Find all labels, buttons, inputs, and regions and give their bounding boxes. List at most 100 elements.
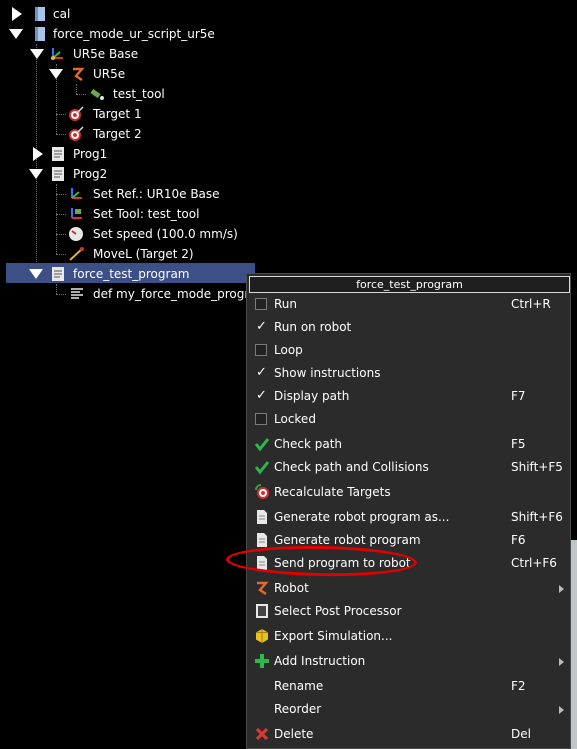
- menu-item-export-simulation[interactable]: Export Simulation...: [247, 625, 570, 647]
- tree-item-test-tool[interactable]: test_tool: [0, 84, 200, 104]
- menu-item-label: Export Simulation...: [274, 629, 393, 643]
- tree-item-script-instruction[interactable]: def my_force_mode_progra...: [0, 284, 268, 304]
- plus-icon: [255, 654, 269, 668]
- robot-icon: [73, 67, 85, 81]
- tree-item-prog1[interactable]: Prog1: [0, 144, 200, 164]
- menu-item-locked[interactable]: Locked: [247, 408, 570, 430]
- script-lines-icon: [71, 288, 83, 299]
- check-mark-icon[interactable]: ✓: [256, 385, 267, 407]
- menu-item-label: Locked: [274, 412, 316, 426]
- checkbox-unchecked[interactable]: [255, 413, 267, 425]
- tree-item-ur5e[interactable]: UR5e: [0, 64, 200, 84]
- tree-item-set-ref[interactable]: Set Ref.: UR10e Base: [0, 184, 220, 204]
- target-refresh-icon: [255, 484, 269, 499]
- menu-item-shortcut: Del: [511, 727, 531, 741]
- context-menu: force_test_program Run Ctrl+R ✓ Run on r…: [246, 273, 571, 749]
- menu-item-shortcut: F5: [511, 437, 526, 451]
- menu-item-recalculate-targets[interactable]: Recalculate Targets: [247, 481, 570, 503]
- menu-item-show-instructions[interactable]: ✓ Show instructions: [247, 362, 570, 384]
- tree-item-label: Set speed (100.0 mm/s): [93, 227, 238, 241]
- tree-item-set-tool[interactable]: Set Tool: test_tool: [0, 204, 220, 224]
- submenu-arrow-icon: [559, 585, 564, 593]
- program-icon: [52, 167, 64, 181]
- tree-item-label: Prog1: [73, 147, 108, 161]
- collapse-arrow-icon[interactable]: [9, 29, 23, 39]
- document-icon: [257, 510, 267, 524]
- target-icon: [69, 106, 84, 121]
- menu-item-label: Generate robot program as...: [274, 510, 450, 524]
- menu-item-select-post-processor[interactable]: Select Post Processor: [247, 600, 570, 622]
- checkbox-unchecked[interactable]: [255, 298, 267, 310]
- tree-item-force-test-program[interactable]: force_test_program: [0, 264, 255, 284]
- green-check-icon: [254, 438, 270, 452]
- tree-item-label: Target 2: [93, 127, 142, 141]
- menu-item-label: Robot: [274, 581, 309, 595]
- menu-item-check-path-collisions[interactable]: Check path and Collisions Shift+F5: [247, 456, 570, 478]
- tree-item-label: Set Ref.: UR10e Base: [93, 187, 220, 201]
- menu-item-rename[interactable]: Rename F2: [247, 675, 570, 697]
- tree-item-label: Target 1: [93, 107, 142, 121]
- menu-item-robot[interactable]: Robot: [247, 577, 570, 599]
- context-menu-title: force_test_program: [249, 276, 570, 293]
- menu-item-run[interactable]: Run Ctrl+R: [247, 293, 570, 315]
- tree-item-label: UR5e: [93, 67, 126, 81]
- collapse-arrow-icon[interactable]: [30, 49, 44, 59]
- tree-item-label: force_test_program: [73, 267, 190, 281]
- tree-item-label: UR5e Base: [73, 47, 139, 61]
- menu-item-loop[interactable]: Loop: [247, 339, 570, 361]
- menu-item-run-on-robot[interactable]: ✓ Run on robot: [247, 316, 570, 338]
- tree-item-label: Set Tool: test_tool: [93, 207, 200, 221]
- menu-item-add-instruction[interactable]: Add Instruction: [247, 650, 570, 672]
- tree-item-station[interactable]: force_mode_ur_script_ur5e: [0, 24, 260, 44]
- tree-item-set-speed[interactable]: Set speed (100.0 mm/s): [0, 224, 240, 244]
- check-mark-icon[interactable]: ✓: [256, 316, 267, 338]
- menu-item-display-path[interactable]: ✓ Display path F7: [247, 385, 570, 407]
- tree-item-ur5e-base[interactable]: UR5e Base: [0, 44, 200, 64]
- tree-item-target-1[interactable]: Target 1: [0, 104, 200, 124]
- speedometer-icon: [69, 227, 83, 241]
- collapse-arrow-icon[interactable]: [49, 69, 63, 79]
- menu-item-label: Check path: [274, 437, 343, 451]
- viewport-background: [571, 540, 577, 749]
- tree-item-movel[interactable]: MoveL (Target 2): [0, 244, 220, 264]
- menu-item-shortcut: Shift+F5: [511, 460, 563, 474]
- expand-arrow-icon[interactable]: [33, 147, 43, 161]
- linear-move-icon: [69, 247, 84, 261]
- menu-item-shortcut: F7: [511, 389, 526, 403]
- menu-item-reorder[interactable]: Reorder: [247, 698, 570, 720]
- checkbox-unchecked[interactable]: [255, 344, 267, 356]
- menu-item-check-path[interactable]: Check path F5: [247, 433, 570, 455]
- collapse-arrow-icon[interactable]: [29, 169, 43, 179]
- tree-item-prog2[interactable]: Prog2: [0, 164, 200, 184]
- tree-item-label: force_mode_ur_script_ur5e: [53, 27, 215, 41]
- menu-item-label: Delete: [274, 727, 314, 741]
- tree-item-target-2[interactable]: Target 2: [0, 124, 200, 144]
- menu-item-label: Rename: [274, 679, 324, 693]
- menu-item-label: Add Instruction: [274, 654, 366, 668]
- tree-item-label: test_tool: [113, 87, 165, 101]
- target-icon: [69, 126, 84, 141]
- menu-item-label: Loop: [274, 343, 303, 357]
- menu-item-label: Show instructions: [274, 366, 381, 380]
- green-check-icon: [254, 461, 270, 475]
- tree-item-label: def my_force_mode_progra...: [93, 287, 269, 301]
- menu-item-shortcut: F2: [511, 679, 526, 693]
- export-cube-icon: [256, 629, 268, 643]
- menu-item-delete[interactable]: Delete Del: [247, 723, 570, 745]
- menu-item-label: Select Post Processor: [274, 604, 402, 618]
- menu-item-label: Check path and Collisions: [274, 460, 429, 474]
- menu-item-label: Display path: [274, 389, 350, 403]
- expand-arrow-icon[interactable]: [12, 7, 22, 21]
- submenu-arrow-icon: [559, 706, 564, 714]
- menu-item-generate-program-as[interactable]: Generate robot program as... Shift+F6: [247, 506, 570, 528]
- check-mark-icon[interactable]: ✓: [256, 362, 267, 384]
- reference-frame-icon: [51, 48, 63, 60]
- document-icon: [257, 533, 267, 547]
- station-icon: [35, 27, 45, 41]
- menu-item-shortcut: Ctrl+F6: [511, 556, 557, 570]
- submenu-arrow-icon: [559, 658, 564, 666]
- tree-item-cal[interactable]: cal: [0, 4, 200, 24]
- collapse-arrow-icon[interactable]: [29, 269, 43, 279]
- program-icon: [52, 267, 64, 281]
- tree-item-label: cal: [53, 7, 71, 21]
